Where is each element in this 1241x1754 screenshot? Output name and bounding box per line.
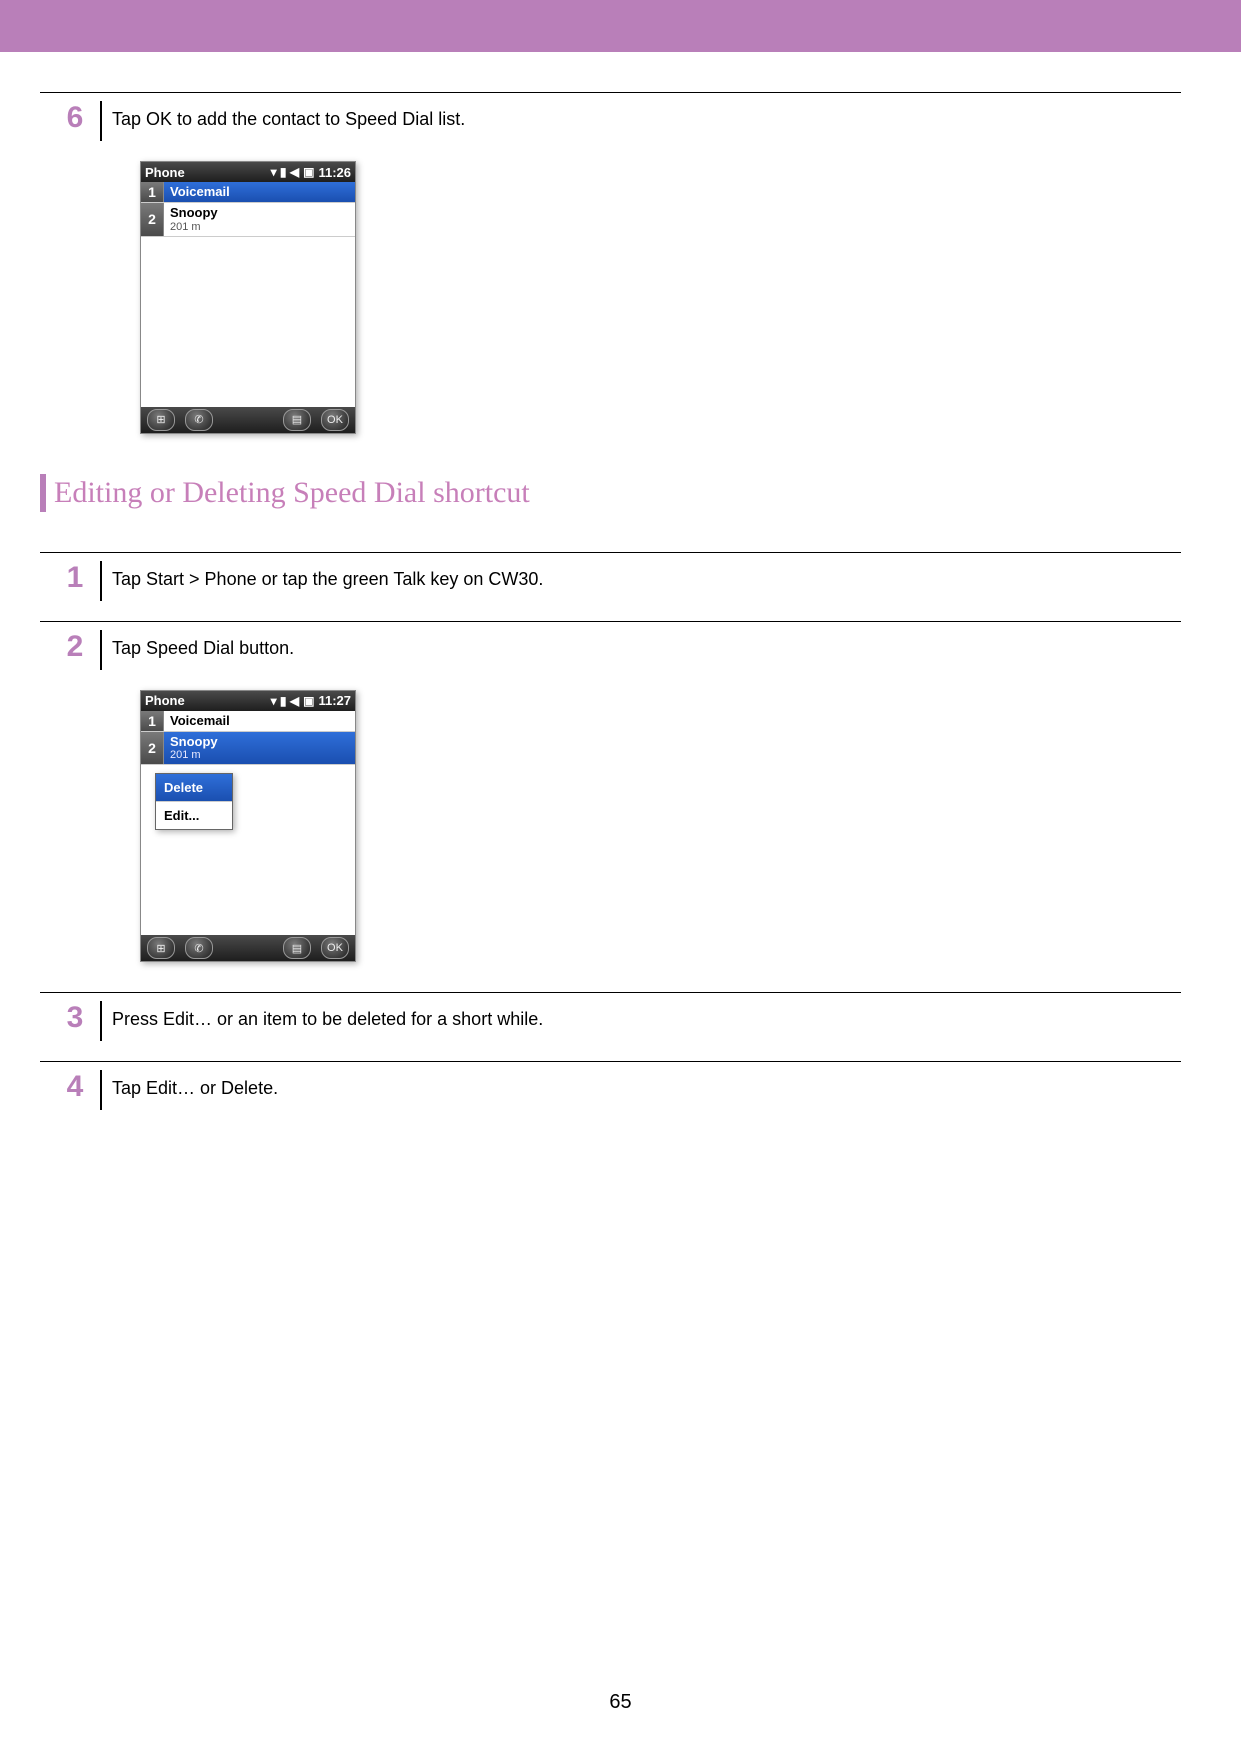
speed-dial-name: Voicemail <box>170 714 349 728</box>
phone-titlebar: Phone ▾ ▮ ◀ ▣ 11:27 <box>141 691 355 711</box>
step-divider <box>100 630 102 670</box>
phone-title: Phone <box>145 165 185 180</box>
speed-dial-name: Snoopy <box>170 206 349 220</box>
step-divider <box>100 101 102 141</box>
speed-dial-row[interactable]: 2 Snoopy 201 m <box>141 732 355 765</box>
step-text: Tap OK to add the contact to Speed Dial … <box>112 101 465 130</box>
phone-screen: Phone ▾ ▮ ◀ ▣ 11:26 1 Voicemail 2 Snoopy… <box>140 161 356 434</box>
status-icons: ▾ ▮ ◀ <box>271 694 300 708</box>
step-text: Press Edit… or an item to be deleted for… <box>112 1001 543 1030</box>
context-menu-edit[interactable]: Edit... <box>156 802 232 829</box>
section-heading: Editing or Deleting Speed Dial shortcut <box>40 474 1241 512</box>
step-1: 1 Tap Start > Phone or tap the green Tal… <box>40 553 1181 621</box>
menu-icon[interactable]: ▤ <box>283 409 311 431</box>
phone-taskbar: ⊞ ✆ ▤ OK <box>141 935 355 961</box>
step-divider <box>100 561 102 601</box>
ok-button[interactable]: OK <box>321 409 349 431</box>
step-divider <box>100 1001 102 1041</box>
step-text: Tap Speed Dial button. <box>112 630 294 659</box>
speed-dial-name: Voicemail <box>170 185 349 199</box>
ok-button[interactable]: OK <box>321 937 349 959</box>
menu-icon[interactable]: ▤ <box>283 937 311 959</box>
phone-taskbar: ⊞ ✆ ▤ OK <box>141 407 355 433</box>
speed-dial-sub: 201 m <box>170 749 349 761</box>
status-icons: ▾ ▮ ◀ <box>271 165 300 179</box>
speed-dial-sub: 201 m <box>170 221 349 233</box>
step-number: 6 <box>60 101 90 135</box>
step-2: 2 Tap Speed Dial button. <box>40 622 1181 690</box>
speed-dial-name: Snoopy <box>170 735 349 749</box>
phone-screen: Phone ▾ ▮ ◀ ▣ 11:27 1 Voicemail 2 Snoopy… <box>140 690 356 963</box>
speed-dial-num: 2 <box>141 203 164 235</box>
heading-accent-bar <box>40 474 46 512</box>
speed-dial-num: 2 <box>141 732 164 764</box>
phone-title: Phone <box>145 693 185 708</box>
step-text: Tap Edit… or Delete. <box>112 1070 278 1099</box>
battery-icon: ▣ <box>303 694 314 708</box>
start-icon[interactable]: ⊞ <box>147 409 175 431</box>
step-3: 3 Press Edit… or an item to be deleted f… <box>40 993 1181 1061</box>
page-number: 65 <box>0 1691 1241 1714</box>
step-number: 2 <box>60 630 90 664</box>
speed-dial-row[interactable]: 1 Voicemail <box>141 711 355 732</box>
phone-icon[interactable]: ✆ <box>185 937 213 959</box>
speed-dial-row[interactable]: 2 Snoopy 201 m <box>141 203 355 236</box>
context-menu-delete[interactable]: Delete <box>156 774 232 802</box>
phone-titlebar: Phone ▾ ▮ ◀ ▣ 11:26 <box>141 162 355 182</box>
clock: 11:26 <box>318 165 351 180</box>
step-6: 6 Tap OK to add the contact to Speed Dia… <box>40 93 1181 161</box>
step-text: Tap Start > Phone or tap the green Talk … <box>112 561 543 590</box>
speed-dial-num: 1 <box>141 182 164 202</box>
start-icon[interactable]: ⊞ <box>147 937 175 959</box>
speed-dial-num: 1 <box>141 711 164 731</box>
step-4: 4 Tap Edit… or Delete. <box>40 1062 1181 1130</box>
battery-icon: ▣ <box>303 165 314 179</box>
step-number: 1 <box>60 561 90 595</box>
clock: 11:27 <box>318 693 351 708</box>
page-header-band <box>0 0 1241 52</box>
section-title: Editing or Deleting Speed Dial shortcut <box>54 476 530 510</box>
step-number: 3 <box>60 1001 90 1035</box>
phone-icon[interactable]: ✆ <box>185 409 213 431</box>
speed-dial-row[interactable]: 1 Voicemail <box>141 182 355 203</box>
step-number: 4 <box>60 1070 90 1104</box>
screenshot-1: Phone ▾ ▮ ◀ ▣ 11:26 1 Voicemail 2 Snoopy… <box>140 161 1181 434</box>
step-divider <box>100 1070 102 1110</box>
context-menu: Delete Edit... <box>155 773 233 830</box>
screenshot-2: Phone ▾ ▮ ◀ ▣ 11:27 1 Voicemail 2 Snoopy… <box>140 690 1181 963</box>
phone-blank-area <box>141 237 355 407</box>
